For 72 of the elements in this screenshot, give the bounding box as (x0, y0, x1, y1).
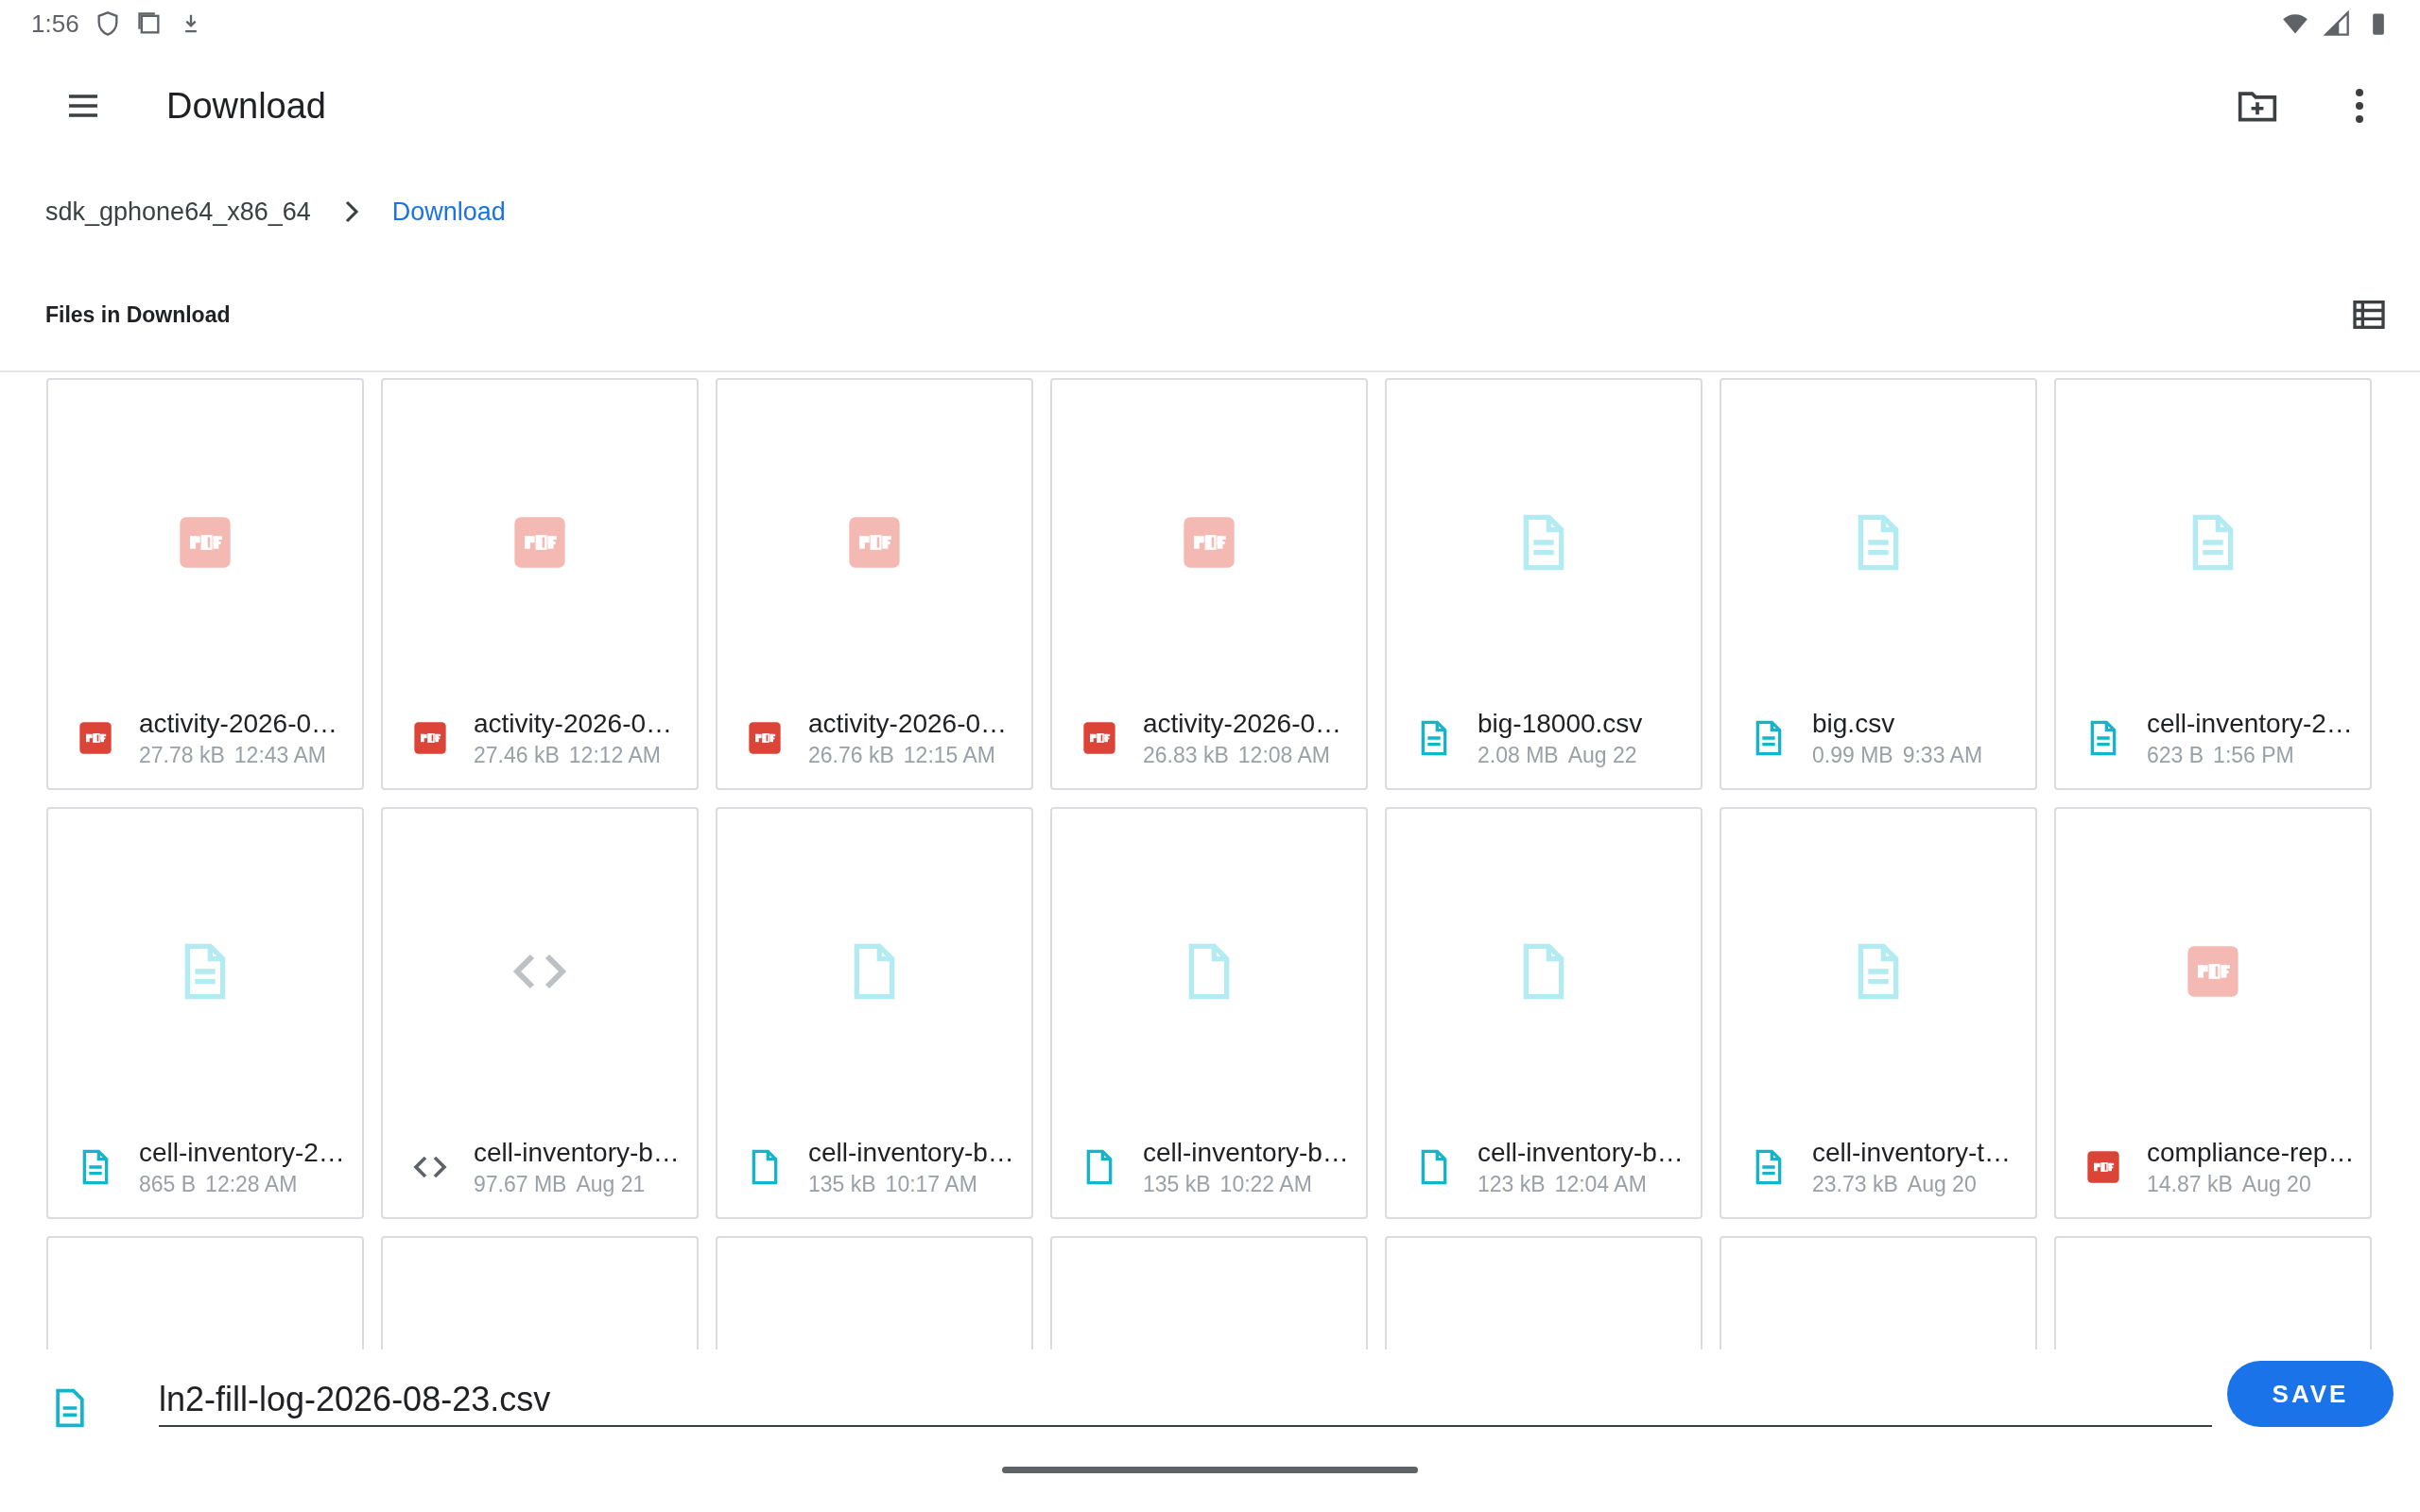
file-card[interactable]: cell-inventory-b… 135 kB 10:17 AM (716, 807, 1033, 1219)
file-size: 135 kB (808, 1171, 876, 1197)
file-name: big-18000.csv (1478, 708, 1643, 739)
file-name: cell-inventory-b… (474, 1137, 678, 1168)
file-card[interactable]: cell-inventory-b… 135 kB 10:22 AM (1050, 807, 1368, 1219)
file-name: activity-2026-0… (474, 708, 673, 739)
file-name: cell-inventory-b… (1143, 1137, 1347, 1168)
file-name: activity-2026-0… (139, 708, 338, 739)
file-card[interactable]: activity-2026-0… 27.78 kB 12:43 AM (46, 378, 364, 790)
file-date: 12:15 AM (903, 742, 995, 768)
file-size: 623 B (2147, 742, 2204, 768)
pdf-icon (77, 719, 114, 757)
breadcrumb-item[interactable]: Download (391, 197, 506, 227)
file-date: 12:43 AM (233, 742, 326, 768)
status-time: 1:56 (31, 9, 79, 39)
save-button[interactable]: SAVE (2227, 1361, 2394, 1427)
file-size: 27.78 kB (139, 742, 225, 768)
file-size: 2.08 MB (1478, 742, 1559, 768)
file-date: Aug 21 (576, 1171, 646, 1197)
file-date: Aug 20 (1907, 1171, 1977, 1197)
file-date: 12:08 AM (1237, 742, 1330, 768)
signal-icon (2324, 10, 2350, 37)
file-name: cell-inventory-2… (139, 1137, 343, 1168)
file-name: big.csv (1812, 708, 1896, 739)
navigation-handle[interactable] (1002, 1467, 1418, 1473)
file-date: 10:17 AM (885, 1171, 977, 1197)
pdf-icon (1080, 719, 1118, 757)
file-card[interactable]: big.csv 0.99 MB 9:33 AM (1720, 378, 2037, 790)
file-size: 123 kB (1478, 1171, 1546, 1197)
file-size: 865 B (139, 1171, 197, 1197)
file-date: 1:56 PM (2213, 742, 2294, 768)
file-name: compliance-rep… (2147, 1137, 2351, 1168)
file-date: 12:04 AM (1554, 1171, 1647, 1197)
file-date: 12:28 AM (205, 1171, 298, 1197)
file-date: 12:12 AM (568, 742, 661, 768)
file-name: cell-inventory-2… (2147, 708, 2351, 739)
file-card[interactable]: compliance-rep… 14.87 kB Aug 20 (2054, 807, 2372, 1219)
file-date: Aug 22 (1567, 742, 1637, 768)
file-size: 0.99 MB (1812, 742, 1893, 768)
more-options-icon (2356, 89, 2363, 123)
file-date: 10:22 AM (1219, 1171, 1312, 1197)
file-name: activity-2026-0… (808, 708, 1008, 739)
file-size: 27.46 kB (474, 742, 560, 768)
section-title: Files in Download (45, 301, 232, 328)
file-size: 135 kB (1143, 1171, 1211, 1197)
file-card[interactable]: cell-inventory-t… 23.73 kB Aug 20 (1720, 807, 2037, 1219)
file-size: 14.87 kB (2147, 1171, 2233, 1197)
file-size: 23.73 kB (1812, 1171, 1898, 1197)
file-card[interactable]: activity-2026-0… 27.46 kB 12:12 AM (381, 378, 699, 790)
breadcrumb-item[interactable]: sdk_gphone64_x86_64 (45, 197, 311, 227)
file-card[interactable]: activity-2026-0… 26.76 kB 12:15 AM (716, 378, 1033, 790)
pdf-icon (2084, 1148, 2122, 1186)
file-card[interactable]: activity-2026-0… 26.83 kB 12:08 AM (1050, 378, 1368, 790)
file-card[interactable]: cell-inventory-b… 97.67 MB Aug 21 (381, 807, 699, 1219)
file-name: cell-inventory-b… (808, 1137, 1012, 1168)
file-size: 26.83 kB (1143, 742, 1229, 768)
square-icon (135, 10, 163, 37)
file-card[interactable]: cell-inventory-b… 123 kB 12:04 AM (1385, 807, 1703, 1219)
file-name: activity-2026-0… (1143, 708, 1342, 739)
toolbar-title: Download (166, 85, 327, 127)
pdf-icon (746, 719, 784, 757)
file-size: 26.76 kB (808, 742, 894, 768)
file-name-field[interactable]: ln2-fill-log-2026-08-23.csv (159, 1368, 2212, 1427)
file-date: 9:33 AM (1902, 742, 1983, 768)
pdf-icon (411, 719, 449, 757)
file-card[interactable]: big-18000.csv 2.08 MB Aug 22 (1385, 378, 1703, 790)
file-size: 97.67 MB (474, 1171, 567, 1197)
file-card[interactable]: cell-inventory-2… 865 B 12:28 AM (46, 807, 364, 1219)
file-name: cell-inventory-t… (1812, 1137, 2012, 1168)
file-card[interactable]: cell-inventory-2… 623 B 1:56 PM (2054, 378, 2372, 790)
file-date: Aug 20 (2241, 1171, 2311, 1197)
file-name: cell-inventory-b… (1478, 1137, 1682, 1168)
